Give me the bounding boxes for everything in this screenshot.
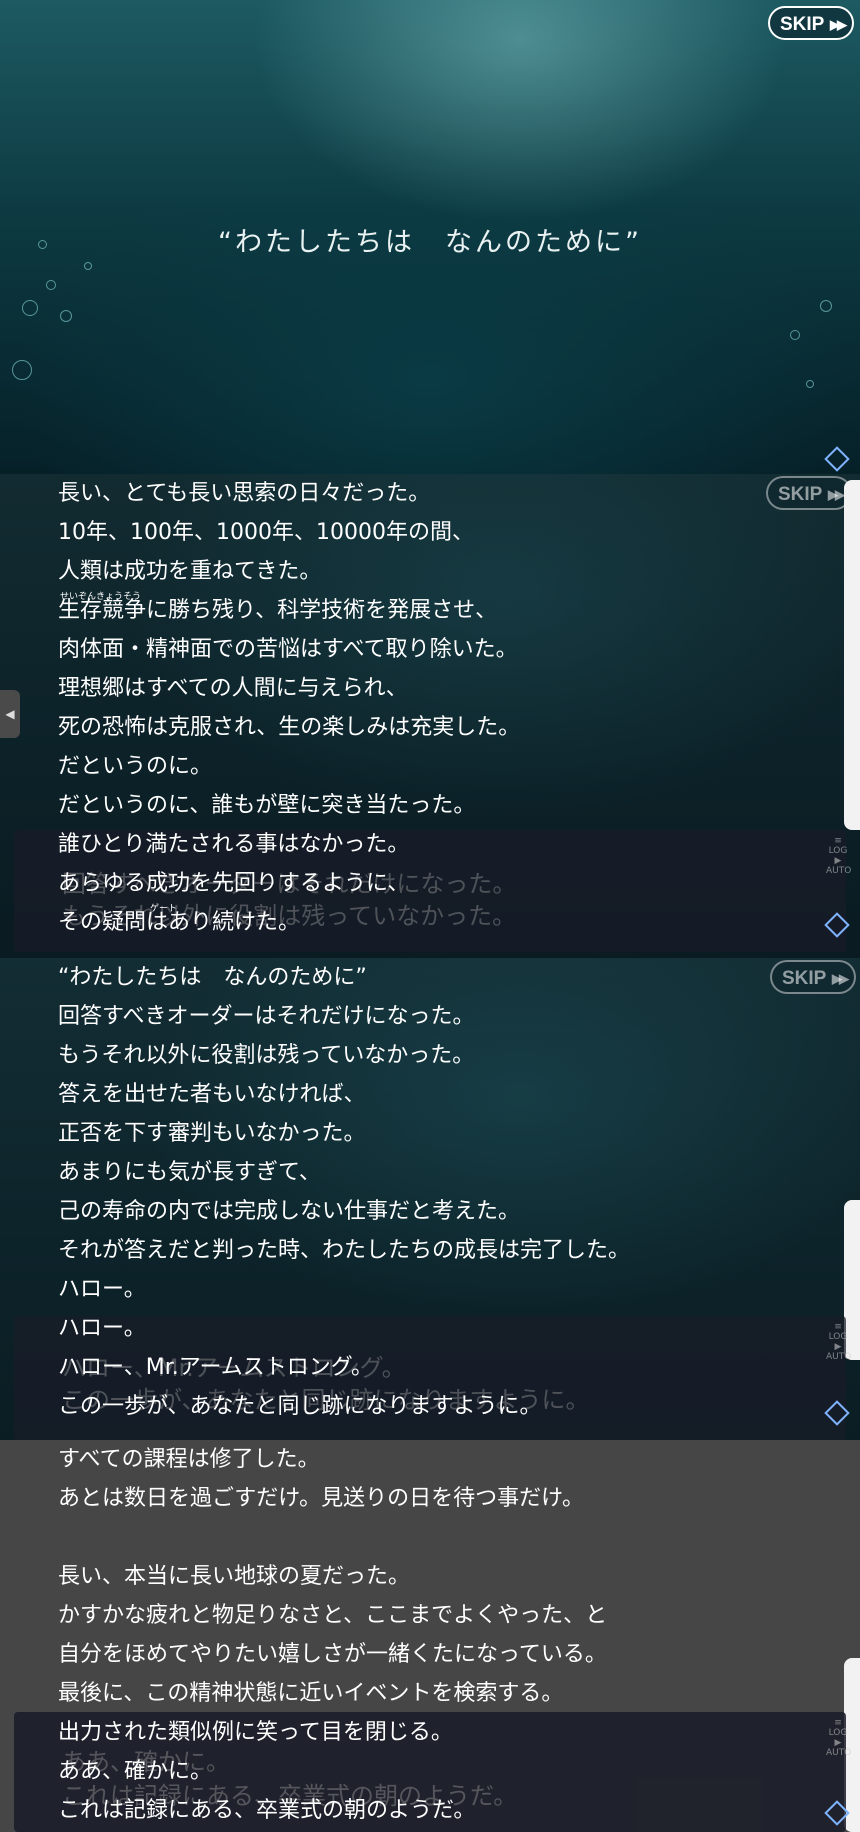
text-line: 理想郷はすべての人間に与えられ、 <box>58 676 408 701</box>
skip-label: SKIP <box>780 14 825 35</box>
dialogue-text: すべての課程は修了した。 あとは数日を過ごすだけ。見送りの日を待つ事だけ。 長い… <box>58 1440 607 1830</box>
text-line: 答えを出せた者もいなければ、 <box>58 1082 366 1107</box>
text-line: 生存競争に勝ち残り、科学技術を発展させ、 <box>58 598 498 623</box>
text-line: あとは数日を過ごすだけ。見送りの日を待つ事だけ。 <box>58 1486 585 1511</box>
log-label: LOG <box>828 1728 848 1738</box>
back-tab[interactable]: ◀ <box>0 690 20 738</box>
auto-label: AUTO <box>826 1748 852 1758</box>
text-line: 人類は成功を重ねてきた。 <box>58 559 322 584</box>
bubble <box>820 300 832 312</box>
log-icon[interactable]: ≡ <box>826 1718 850 1728</box>
text-line: これは記録にある、卒業式の朝のようだ。 <box>58 1798 476 1823</box>
text-line: 正否を下す審判もいなかった。 <box>58 1121 366 1146</box>
text-line: ハロー、Mr.アームストロング。 <box>58 1355 374 1380</box>
text-line: それが答えだと判った時、わたしたちの成長は完了した。 <box>58 1238 631 1263</box>
bubble <box>806 380 814 388</box>
text-line: すべての課程は修了した。 <box>58 1447 320 1472</box>
fast-forward-icon: ▶▶ <box>832 971 849 986</box>
auto-play-icon[interactable]: ▶ <box>826 1342 850 1352</box>
scene-dialogue-3: ああ、確かに。 これは記録にある、卒業式の朝のようだ。 ≡ LOG ▶ AUTO… <box>0 1440 860 1832</box>
log-auto-controls[interactable]: ≡ LOG ▶ AUTO <box>826 1718 852 1758</box>
auto-play-icon[interactable]: ▶ <box>826 1738 850 1748</box>
auto-label: AUTO <box>826 866 852 876</box>
skip-button[interactable]: SKIP ▶▶ <box>770 960 856 994</box>
scene-dialogue-1: SKIP ▶▶ ◀ 回答すべきオーダーはそれだけになった。 もうそれ以外に役割は… <box>0 474 860 958</box>
dialogue-text: “わたしたちは なんのために” 回答すべきオーダーはそれだけになった。 もうそれ… <box>58 958 630 1426</box>
fast-forward-icon: ▶▶ <box>828 487 845 502</box>
text-line: “わたしたちは なんのために” <box>58 965 367 990</box>
text-line: ハロー。 <box>58 1316 146 1341</box>
text-line: だというのに、誰もが壁に突き当たった。 <box>58 793 476 818</box>
auto-label: AUTO <box>826 1352 852 1362</box>
text-line: 自分をほめてやりたい嬉しさが一緒くたになっている。 <box>58 1642 607 1667</box>
log-auto-controls[interactable]: ≡ LOG ▶ AUTO <box>826 836 852 876</box>
text-line: 10年、100年、1000年、10000年の間、 <box>58 520 474 545</box>
skip-button[interactable]: SKIP ▶▶ <box>766 476 852 510</box>
text-line: 最後に、この精神状態に近いイベントを検索する。 <box>58 1681 564 1706</box>
text-line: その疑問はあり続けた。 <box>58 910 301 935</box>
side-scroll-tab[interactable] <box>844 480 860 830</box>
log-icon[interactable]: ≡ <box>826 836 850 846</box>
text-line: 回答すべきオーダーはそれだけになった。 <box>58 1004 475 1029</box>
log-label: LOG <box>828 1332 848 1342</box>
text-line: ハロー。 <box>58 1277 146 1302</box>
skip-button[interactable]: SKIP ▶▶ <box>768 6 854 40</box>
text-line: だというのに。 <box>58 754 213 779</box>
bubble <box>46 280 56 290</box>
text-line: 出力された類似例に笑って目を閉じる。 <box>58 1720 453 1745</box>
narration-quote: “わたしたちは なんのために” <box>218 227 642 258</box>
log-icon[interactable]: ≡ <box>826 1322 850 1332</box>
log-auto-controls[interactable]: ≡ LOG ▶ AUTO <box>826 1322 852 1362</box>
menu-diamond-icon[interactable] <box>824 446 850 472</box>
bubble <box>790 330 800 340</box>
skip-label: SKIP <box>782 968 827 989</box>
text-line: かすかな疲れと物足りなさと、ここまでよくやった、と <box>58 1603 608 1628</box>
text-line: 長い、本当に長い地球の夏だった。 <box>58 1564 411 1589</box>
bubble <box>22 300 38 316</box>
bubble <box>84 262 92 270</box>
dialogue-text: 長い、とても長い思索の日々だった。 10年、100年、1000年、10000年の… <box>58 474 520 942</box>
text-line: 長い、とても長い思索の日々だった。 <box>58 481 431 506</box>
text-line: この一歩が、あなたと同じ跡になりますように。 <box>58 1394 542 1419</box>
bubble <box>12 360 32 380</box>
skip-label: SKIP <box>778 484 823 505</box>
scene-dialogue-2: SKIP ▶▶ ハロー、Mr.アームストロング。 この一歩が、あなたと同じ跡にな… <box>0 958 860 1440</box>
scene-underwater: SKIP ▶▶ “わたしたちは なんのために” <box>0 0 860 474</box>
fast-forward-icon: ▶▶ <box>830 17 847 32</box>
text-line: 己の寿命の内では完成しない仕事だと考えた。 <box>58 1199 521 1224</box>
text-line: 誰ひとり満たされる事はなかった。 <box>58 832 410 857</box>
text-line: 死の恐怖は克服され、生の楽しみは充実した。 <box>58 715 521 740</box>
text-line: 肉体面・精神面での苦悩はすべて取り除いた。 <box>58 637 518 662</box>
auto-play-icon[interactable]: ▶ <box>826 856 850 866</box>
text-line: あまりにも気が長すぎて、 <box>58 1160 321 1185</box>
bubble <box>60 310 72 322</box>
text-line: あらゆる成功を先回りするように、 <box>58 871 410 896</box>
log-label: LOG <box>828 846 848 856</box>
text-line <box>58 1518 607 1557</box>
text-line: ああ、確かに。 <box>58 1759 213 1784</box>
text-line: もうそれ以外に役割は残っていなかった。 <box>58 1043 475 1068</box>
